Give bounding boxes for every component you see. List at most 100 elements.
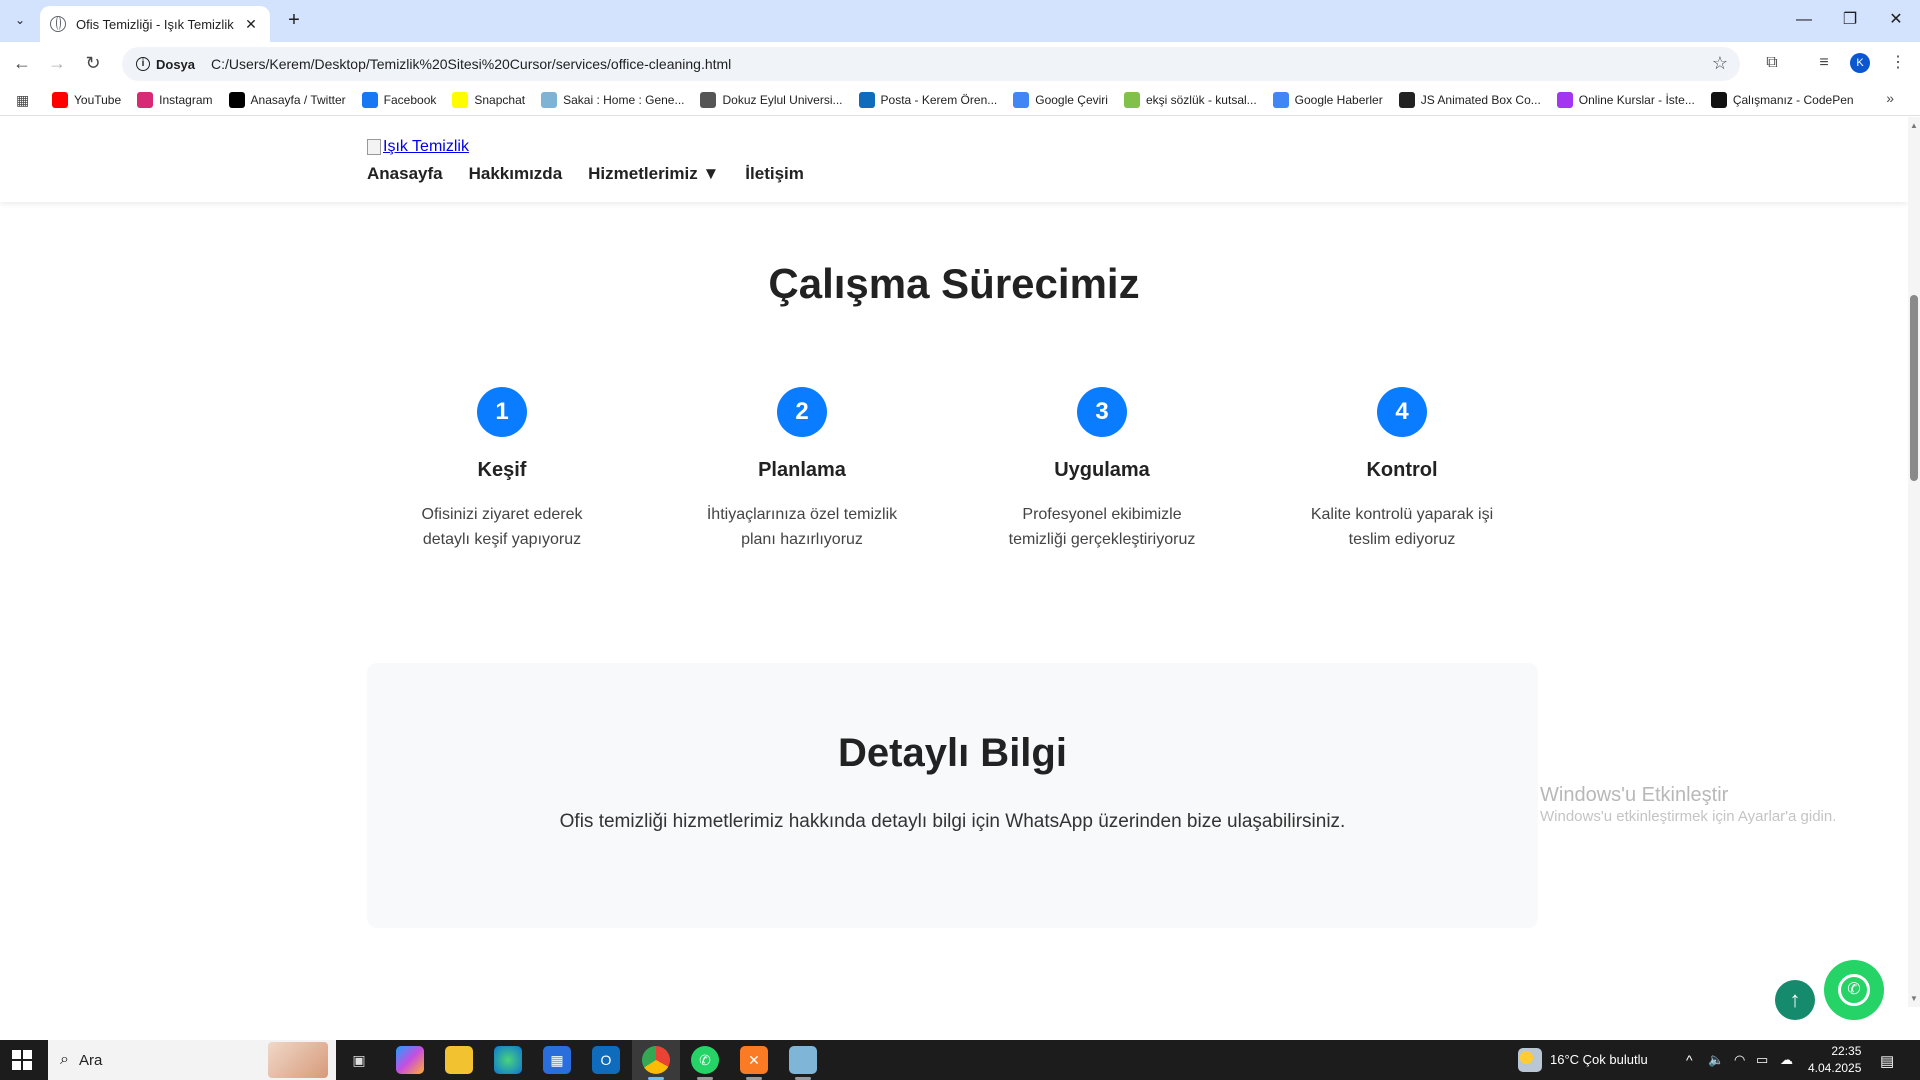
- bookmark-label: Online Kurslar - İste...: [1578, 92, 1695, 107]
- nav-link-about[interactable]: Hakkımızda: [469, 164, 563, 184]
- bookmark-favicon-icon: [228, 91, 245, 108]
- bookmark-item[interactable]: Anasayfa / Twitter: [228, 91, 346, 108]
- volume-icon[interactable]: 🔈: [1708, 1052, 1724, 1068]
- process-step: 3 Uygulama Profesyonel ekibimizle temizl…: [987, 387, 1217, 552]
- bookmark-label: Facebook: [383, 92, 437, 107]
- tab-title: Ofis Temizliği - Işık Temizlik: [76, 16, 234, 32]
- bookmark-favicon-icon: [1556, 91, 1573, 108]
- task-view-icon[interactable]: ▣: [345, 1046, 373, 1074]
- bookmark-favicon-icon: [1710, 91, 1727, 108]
- bookmark-item[interactable]: JS Animated Box Co...: [1398, 91, 1541, 108]
- bookmark-favicon-icon: [452, 91, 469, 108]
- activation-watermark-title: Windows'u Etkinleştir: [1540, 784, 1729, 806]
- nav-link-services[interactable]: Hizmetlerimiz ▼: [588, 164, 719, 184]
- xampp-icon[interactable]: ✕: [740, 1046, 768, 1074]
- browser-tab-bar: ⌄ Ofis Temizliği - Işık Temizlik ✕ + — ❐…: [0, 0, 1920, 42]
- bookmark-favicon-icon: [137, 91, 154, 108]
- reload-button[interactable]: ↻: [81, 51, 105, 75]
- globe-icon: [50, 16, 66, 32]
- bookmark-favicon-icon: [361, 91, 378, 108]
- apps-grid-icon[interactable]: ▦: [16, 91, 34, 109]
- nav-link-home[interactable]: Anasayfa: [367, 164, 443, 184]
- close-window-button[interactable]: ✕: [1876, 8, 1916, 32]
- site-info-chip[interactable]: i Dosya: [130, 57, 201, 72]
- bookmark-label: YouTube: [74, 92, 122, 107]
- page-scrollbar[interactable]: ▲ ▼: [1908, 117, 1920, 1007]
- whatsapp-app-icon[interactable]: ✆: [691, 1046, 719, 1074]
- bookmark-item[interactable]: Instagram: [137, 91, 213, 108]
- info-icon: i: [136, 57, 150, 71]
- details-title: Detaylı Bilgi: [838, 731, 1067, 775]
- broken-image-icon: [367, 139, 381, 155]
- back-button[interactable]: ←: [10, 51, 34, 75]
- weather-icon[interactable]: [1518, 1048, 1542, 1072]
- bookmark-item[interactable]: Snapchat: [452, 91, 526, 108]
- step-description: Ofisinizi ziyaret ederek detaylı keşif y…: [421, 506, 583, 548]
- step-number-badge: 3: [1077, 387, 1127, 437]
- bookmark-item[interactable]: YouTube: [52, 91, 122, 108]
- details-text: Ofis temizliği hizmetlerimiz hakkında de…: [559, 811, 1346, 832]
- site-info-label: Dosya: [156, 56, 196, 72]
- scroll-up-arrow-icon[interactable]: ▲: [1910, 121, 1918, 130]
- bookmark-item[interactable]: Çalışmanız - CodePen: [1710, 91, 1854, 108]
- scrollbar-thumb[interactable]: [1910, 295, 1918, 481]
- more-bookmarks-icon[interactable]: »: [1886, 90, 1894, 106]
- store-icon[interactable]: ▦: [543, 1046, 571, 1074]
- bookmark-favicon-icon: [700, 91, 717, 108]
- profile-avatar[interactable]: K: [1850, 53, 1870, 73]
- bookmark-item[interactable]: Sakai : Home : Gene...: [541, 91, 684, 108]
- wifi-icon[interactable]: ◠: [1734, 1052, 1745, 1068]
- scroll-down-arrow-icon[interactable]: ▼: [1910, 994, 1918, 1003]
- scroll-to-top-button[interactable]: ↑: [1775, 980, 1815, 1020]
- nav-link-contact[interactable]: İletişim: [745, 164, 804, 184]
- outlook-icon[interactable]: O: [592, 1046, 620, 1074]
- file-explorer-icon[interactable]: [445, 1046, 473, 1074]
- step-number-badge: 2: [777, 387, 827, 437]
- step-title: Kontrol: [1366, 459, 1438, 481]
- forward-button[interactable]: →: [45, 51, 69, 75]
- url-text[interactable]: C:/Users/Kerem/Desktop/Temizlik%20Sitesi…: [211, 56, 731, 72]
- media-control-icon[interactable]: ≡: [1812, 51, 1836, 75]
- tray-overflow-chevron-icon[interactable]: ^: [1686, 1052, 1693, 1068]
- bookmark-item[interactable]: Google Çeviri: [1013, 91, 1108, 108]
- bookmark-favicon-icon: [541, 91, 558, 108]
- minimize-button[interactable]: —: [1784, 8, 1824, 32]
- extensions-icon[interactable]: ⧉: [1760, 51, 1784, 75]
- notepad-icon[interactable]: [789, 1046, 817, 1074]
- step-number-badge: 1: [477, 387, 527, 437]
- bookmark-item[interactable]: ekşi sözlük - kutsal...: [1123, 91, 1257, 108]
- bookmark-label: Dokuz Eylul Universi...: [722, 92, 843, 107]
- onedrive-cloud-icon[interactable]: ☁: [1780, 1052, 1793, 1068]
- tab-search-icon[interactable]: ⌄: [8, 8, 32, 32]
- new-tab-button[interactable]: +: [282, 9, 306, 33]
- bookmark-item[interactable]: Facebook: [361, 91, 437, 108]
- site-logo-link[interactable]: Işık Temizlik: [367, 138, 469, 156]
- bookmark-item[interactable]: Online Kurslar - İste...: [1556, 91, 1695, 108]
- bookmark-item[interactable]: Dokuz Eylul Universi...: [700, 91, 843, 108]
- battery-icon[interactable]: ▭: [1756, 1052, 1768, 1068]
- edge-browser-icon[interactable]: [494, 1046, 522, 1074]
- notification-icon[interactable]: ▤: [1880, 1052, 1894, 1070]
- taskbar-search[interactable]: ⌕ Ara: [48, 1040, 336, 1080]
- system-clock[interactable]: 22:35 4.04.2025: [1808, 1043, 1861, 1077]
- weather-text[interactable]: 16°C Çok bulutlu: [1550, 1052, 1648, 1067]
- restore-button[interactable]: ❐: [1830, 8, 1870, 32]
- windows-start-icon[interactable]: [12, 1050, 32, 1070]
- process-step: 1 Keşif Ofisinizi ziyaret ederek detaylı…: [387, 387, 617, 552]
- tab-close-icon[interactable]: ✕: [242, 16, 260, 33]
- chrome-icon[interactable]: [642, 1046, 670, 1074]
- copilot-icon[interactable]: [396, 1046, 424, 1074]
- bookmark-item[interactable]: Posta - Kerem Ören...: [858, 91, 997, 108]
- bookmark-star-icon[interactable]: ☆: [1712, 53, 1728, 74]
- address-bar[interactable]: i Dosya C:/Users/Kerem/Desktop/Temizlik%…: [122, 47, 1740, 81]
- bookmark-item[interactable]: Google Haberler: [1272, 91, 1383, 108]
- whatsapp-button[interactable]: ✆: [1824, 960, 1884, 1020]
- bookmarks-bar: ▦ YouTube Instagram Anasayfa / Twitter Face…: [0, 84, 1920, 116]
- menu-dots-icon[interactable]: ⋮: [1886, 51, 1910, 75]
- browser-tab-active[interactable]: Ofis Temizliği - Işık Temizlik ✕: [40, 6, 270, 42]
- bookmark-label: ekşi sözlük - kutsal...: [1145, 92, 1257, 107]
- bookmark-label: Instagram: [159, 92, 213, 107]
- search-placeholder: Ara: [78, 1051, 103, 1069]
- bookmark-label: Snapchat: [474, 92, 526, 107]
- bookmark-favicon-icon: [1398, 91, 1415, 108]
